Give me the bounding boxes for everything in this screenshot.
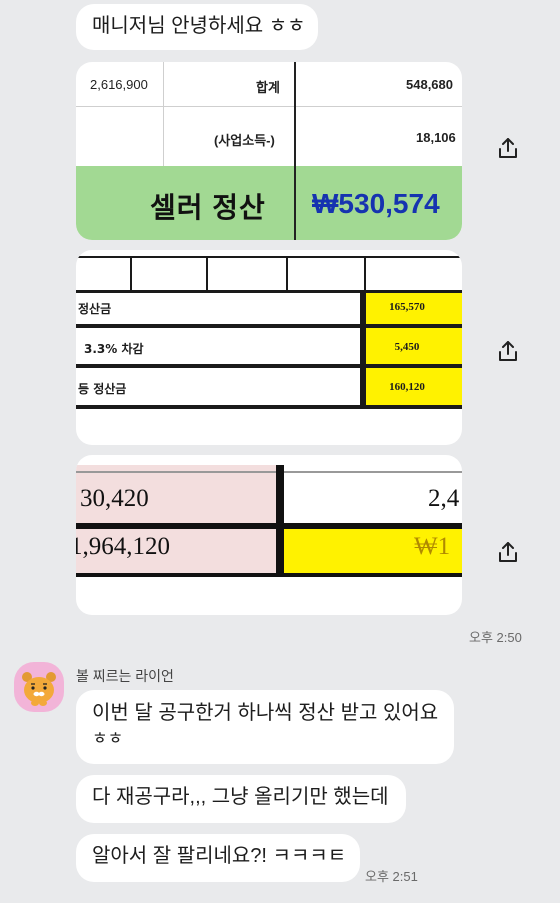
table-gridline <box>76 573 462 577</box>
table-gridline <box>76 364 462 368</box>
table-gridline <box>206 256 208 292</box>
share-icon <box>499 341 517 361</box>
friend-avatar[interactable] <box>14 662 64 712</box>
seller-settlement-row: 셀러 정산 ₩530,574 <box>76 166 462 240</box>
share-icon <box>499 542 517 562</box>
share-button-1[interactable] <box>494 134 522 162</box>
sum-left-value: 2,616,900 <box>90 77 148 92</box>
message-time: 오후 2:50 <box>469 630 522 645</box>
settlement-image-2[interactable]: 정산금 165,570 3.3% 차감 5,450 등 정산금 160,120 <box>76 250 462 445</box>
ryan-avatar-icon <box>22 672 56 706</box>
share-button-2[interactable] <box>494 337 522 365</box>
table-gridline <box>76 256 462 258</box>
cell-value: 1,964,120 <box>76 533 170 560</box>
settlement-label: 정산금 <box>78 302 112 316</box>
settlement-image-1[interactable]: 2,616,900 합계 548,680 (사업소득-) 18,106 셀러 정… <box>76 62 462 240</box>
seller-settlement-amount: ₩530,574 <box>312 188 440 219</box>
business-income-value: 18,106 <box>416 130 456 145</box>
cell-value: ₩1 <box>414 533 451 560</box>
table-gridline <box>76 106 462 107</box>
table-gridline <box>130 256 132 292</box>
business-income-label: (사업소득-) <box>214 133 275 148</box>
sender-name: 볼 찌르는 라이언 <box>76 668 174 684</box>
tax-deduction-value: 5,450 <box>394 341 420 353</box>
message-friend-1[interactable]: 이번 달 공구한거 하나씩 정산 받고 있어요 ㅎㅎ <box>76 690 454 764</box>
net-settlement-label: 등 정산금 <box>78 382 127 396</box>
sum-label: 합계 <box>256 80 280 95</box>
table-gridline <box>276 465 284 575</box>
message-greeting[interactable]: 매니저님 안녕하세요 ㅎㅎ <box>76 4 318 50</box>
total-table: 30,420 2,4 1,964,120 ₩1 <box>76 455 462 600</box>
table-gridline <box>76 471 462 473</box>
share-button-3[interactable] <box>494 538 522 566</box>
tax-deduction-label: 3.3% 차감 <box>84 342 144 356</box>
table-divider <box>294 62 296 240</box>
settlement-table: 2,616,900 합계 548,680 (사업소득-) 18,106 셀러 정… <box>76 62 462 240</box>
share-icon <box>499 138 517 158</box>
settlement-image-3[interactable]: 30,420 2,4 1,964,120 ₩1 <box>76 455 462 615</box>
message-text: 알아서 잘 팔리네요?! ㅋㅋㅋㅌ <box>92 845 347 867</box>
table-gridline <box>286 256 288 292</box>
table-gridline <box>163 62 164 166</box>
cell-value: 2,4 <box>428 485 460 512</box>
message-text: ㅎㅎ <box>92 729 124 748</box>
message-friend-2[interactable]: 다 재공구라,,, 그냥 올리기만 했는데 <box>76 775 406 823</box>
cell-value: 30,420 <box>80 485 149 512</box>
table-gridline <box>76 324 462 328</box>
seller-settlement-label: 셀러 정산 <box>150 192 266 223</box>
table-gridline <box>76 405 462 409</box>
deduction-table: 정산금 165,570 3.3% 차감 5,450 등 정산금 160,120 <box>76 250 462 445</box>
message-text: 이번 달 공구한거 하나씩 정산 받고 있어요 <box>92 702 439 724</box>
table-gridline <box>364 256 366 292</box>
message-text: 매니저님 안녕하세요 ㅎㅎ <box>92 15 306 37</box>
message-text: 다 재공구라,,, 그냥 올리기만 했는데 <box>92 786 389 808</box>
settlement-value: 165,570 <box>389 301 425 313</box>
net-settlement-value: 160,120 <box>389 381 425 393</box>
message-friend-3[interactable]: 알아서 잘 팔리네요?! ㅋㅋㅋㅌ <box>76 834 360 882</box>
sum-value: 548,680 <box>406 77 453 92</box>
message-time: 오후 2:51 <box>365 869 418 884</box>
